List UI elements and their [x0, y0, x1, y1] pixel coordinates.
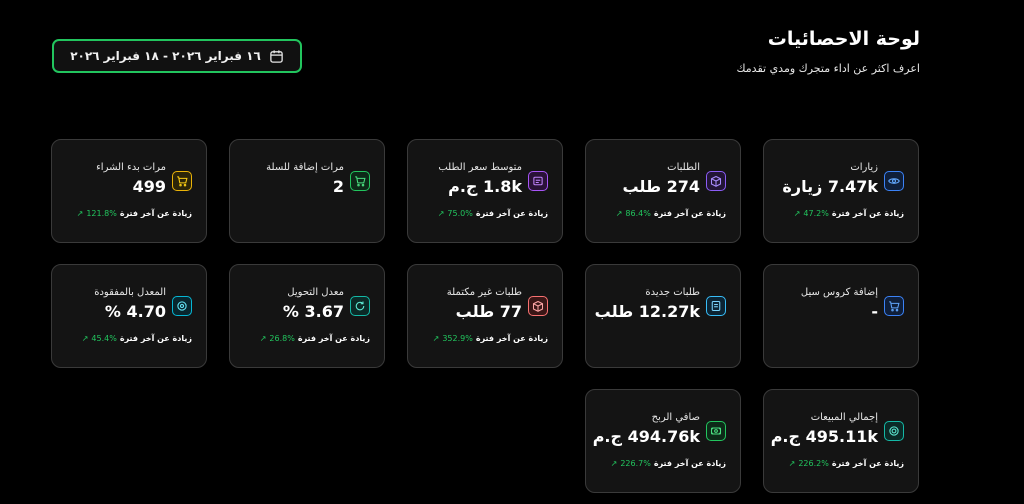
card-value: 7.47k زيارة [782, 177, 878, 196]
trend-label: زيادة عن آخر فترة [119, 334, 192, 343]
trend-percent: 47.2% [803, 209, 829, 218]
card-label: معدل التحويل [287, 287, 344, 298]
stat-card-incomplete-orders: طلبات غير مكتملة 77 طلب زيادة عن آخر فتر… [407, 264, 563, 368]
card-label: الطلبات [667, 162, 700, 173]
trend-percent: 26.8% [269, 334, 295, 343]
trend-percent: 45.4% [91, 334, 117, 343]
stat-card-cross-sell: إضافة كروس سيل - [763, 264, 919, 368]
card-label: مرات إضافة للسلة [266, 162, 344, 173]
trend-up-icon: ↗ [76, 209, 84, 218]
box-icon [528, 296, 548, 316]
document-icon [706, 296, 726, 316]
card-value: 2 [332, 177, 344, 196]
card-label: متوسط سعر الطلب [438, 162, 522, 173]
card-label: مرات بدء الشراء [96, 162, 166, 173]
card-trend: زيادة عن آخر فترة 86.4% ↗ [616, 209, 726, 218]
card-value: - [871, 302, 878, 321]
cart-icon [350, 171, 370, 191]
stat-card-total-sales: إجمالي المبيعات 495.11k ج.م زيادة عن آخر… [763, 389, 919, 493]
trend-percent: 352.9% [442, 334, 473, 343]
card-trend: زيادة عن آخر فترة 226.7% ↗ [611, 459, 726, 468]
card-value: 77 طلب [455, 302, 522, 321]
trend-percent: 226.7% [620, 459, 651, 468]
stat-card-orders: الطلبات 274 طلب زيادة عن آخر فترة 86.4% … [585, 139, 741, 243]
card-trend: زيادة عن آخر فترة 45.4% ↗ [82, 334, 192, 343]
target-icon [172, 296, 192, 316]
card-trend: زيادة عن آخر فترة 26.8% ↗ [260, 334, 370, 343]
trend-up-icon: ↗ [259, 334, 267, 343]
trend-label: زيادة عن آخر فترة [475, 334, 548, 343]
card-value: 3.67 % [282, 302, 344, 321]
stat-card-visits: زيارات 7.47k زيارة زيادة عن آخر فترة 47.… [763, 139, 919, 243]
card-label: إضافة كروس سيل [800, 287, 878, 298]
card-trend: زيادة عن آخر فترة 121.8% ↗ [77, 209, 192, 218]
box-icon [706, 171, 726, 191]
trend-up-icon: ↗ [788, 459, 796, 468]
trend-up-icon: ↗ [610, 459, 618, 468]
card-label: صافي الربح [651, 412, 700, 423]
page-title: لوحة الاحصائيات [767, 28, 920, 50]
card-label: إجمالي المبيعات [810, 412, 878, 423]
cart-icon [172, 171, 192, 191]
trend-percent: 75.0% [447, 209, 473, 218]
refresh-icon [350, 296, 370, 316]
stat-card-lost-rate: المعدل بالمفقودة 4.70 % زيادة عن آخر فتر… [51, 264, 207, 368]
trend-percent: 121.8% [86, 209, 117, 218]
card-value: 12.27k طلب [594, 302, 700, 321]
card-trend: زيادة عن آخر فترة 47.2% ↗ [794, 209, 904, 218]
page-subtitle: اعرف اكثر عن اداء متجرك ومدي تقدمك [736, 62, 920, 75]
stat-card-avg-order: متوسط سعر الطلب 1.8k ج.م زيادة عن آخر فت… [407, 139, 563, 243]
card-value: 499 [132, 177, 166, 196]
trend-label: زيادة عن آخر فترة [653, 209, 726, 218]
trend-percent: 86.4% [625, 209, 651, 218]
trend-percent: 226.2% [798, 459, 829, 468]
card-trend: زيادة عن آخر فترة 75.0% ↗ [438, 209, 548, 218]
receipt-icon [528, 171, 548, 191]
card-trend: زيادة عن آخر فترة 352.9% ↗ [433, 334, 548, 343]
trend-label: زيادة عن آخر فترة [297, 334, 370, 343]
stat-card-net-profit: صافي الربح 494.76k ج.م زيادة عن آخر فترة… [585, 389, 741, 493]
card-label: المعدل بالمفقودة [94, 287, 166, 298]
trend-up-icon: ↗ [432, 334, 440, 343]
trend-label: زيادة عن آخر فترة [653, 459, 726, 468]
trend-label: زيادة عن آخر فترة [831, 209, 904, 218]
card-value: 274 طلب [622, 177, 700, 196]
trend-up-icon: ↗ [615, 209, 623, 218]
coin-icon [884, 421, 904, 441]
cart-icon [884, 296, 904, 316]
stat-card-checkout-start: مرات بدء الشراء 499 زيادة عن آخر فترة 12… [51, 139, 207, 243]
card-trend: زيادة عن آخر فترة 226.2% ↗ [789, 459, 904, 468]
card-value: 4.70 % [104, 302, 166, 321]
trend-label: زيادة عن آخر فترة [831, 459, 904, 468]
calendar-icon [269, 49, 284, 64]
card-label: زيارات [850, 162, 878, 173]
date-range-text: ١٦ فبراير ٢٠٢٦ - ١٨ فبراير ٢٠٢٦ [70, 49, 261, 63]
trend-label: زيادة عن آخر فترة [119, 209, 192, 218]
card-value: 1.8k ج.م [448, 177, 522, 196]
trend-label: زيادة عن آخر فترة [475, 209, 548, 218]
trend-up-icon: ↗ [437, 209, 445, 218]
card-label: طلبات جديدة [645, 287, 700, 298]
eye-icon [884, 171, 904, 191]
dashboard-page: لوحة الاحصائيات اعرف اكثر عن اداء متجرك … [0, 0, 1024, 504]
card-value: 495.11k ج.م [770, 427, 878, 446]
trend-up-icon: ↗ [793, 209, 801, 218]
stat-card-conversion-rate: معدل التحويل 3.67 % زيادة عن آخر فترة 26… [229, 264, 385, 368]
money-icon [706, 421, 726, 441]
stat-card-new-orders: طلبات جديدة 12.27k طلب [585, 264, 741, 368]
card-label: طلبات غير مكتملة [446, 287, 522, 298]
stat-card-add-to-cart: مرات إضافة للسلة 2 [229, 139, 385, 243]
card-value: 494.76k ج.م [592, 427, 700, 446]
trend-up-icon: ↗ [81, 334, 89, 343]
date-range-picker[interactable]: ١٦ فبراير ٢٠٢٦ - ١٨ فبراير ٢٠٢٦ [52, 39, 302, 73]
